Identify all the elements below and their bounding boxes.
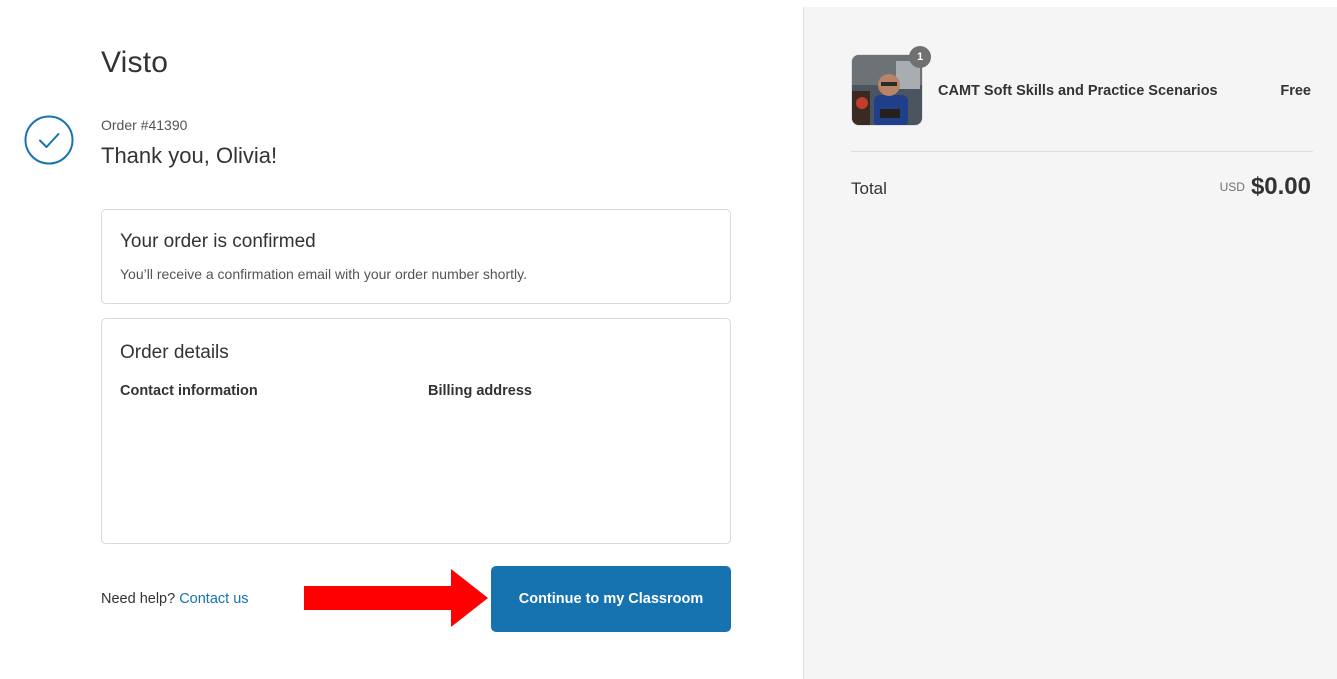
order-details-title: Order details (120, 342, 229, 363)
arrow-right-icon (304, 569, 488, 627)
confirmed-title: Your order is confirmed (120, 231, 316, 252)
order-summary-sidebar: 1 CAMT Soft Skills and Practice Scenario… (803, 7, 1337, 679)
confirmed-text: You’ll receive a confirmation email with… (120, 266, 527, 282)
total-amount: USD $0.00 (1220, 173, 1311, 201)
billing-address-heading: Billing address (428, 383, 532, 399)
total-label: Total (851, 179, 887, 198)
currency-code: USD (1219, 180, 1245, 194)
checkmark-circle-icon (24, 115, 74, 165)
product-name: CAMT Soft Skills and Practice Scenarios (938, 83, 1218, 99)
thank-you-heading: Thank you, Olivia! (101, 143, 278, 168)
product-price: Free (1280, 83, 1311, 99)
quantity-badge: 1 (909, 46, 931, 68)
contact-us-link[interactable]: Contact us (179, 591, 248, 607)
order-confirmed-box: Your order is confirmed You’ll receive a… (101, 209, 731, 304)
help-text: Need help? Contact us (101, 591, 249, 607)
order-details-box: Order details Contact information Billin… (101, 318, 731, 544)
store-name: Visto (101, 46, 169, 79)
help-prefix: Need help? (101, 591, 176, 607)
continue-to-classroom-button[interactable]: Continue to my Classroom (491, 566, 731, 632)
order-number: Order #41390 (101, 117, 188, 133)
contact-information-heading: Contact information (120, 383, 258, 399)
main-content: Visto Order #41390 Thank you, Olivia! Yo… (0, 0, 803, 679)
total-value: $0.00 (1250, 173, 1311, 200)
summary-divider (851, 151, 1313, 152)
